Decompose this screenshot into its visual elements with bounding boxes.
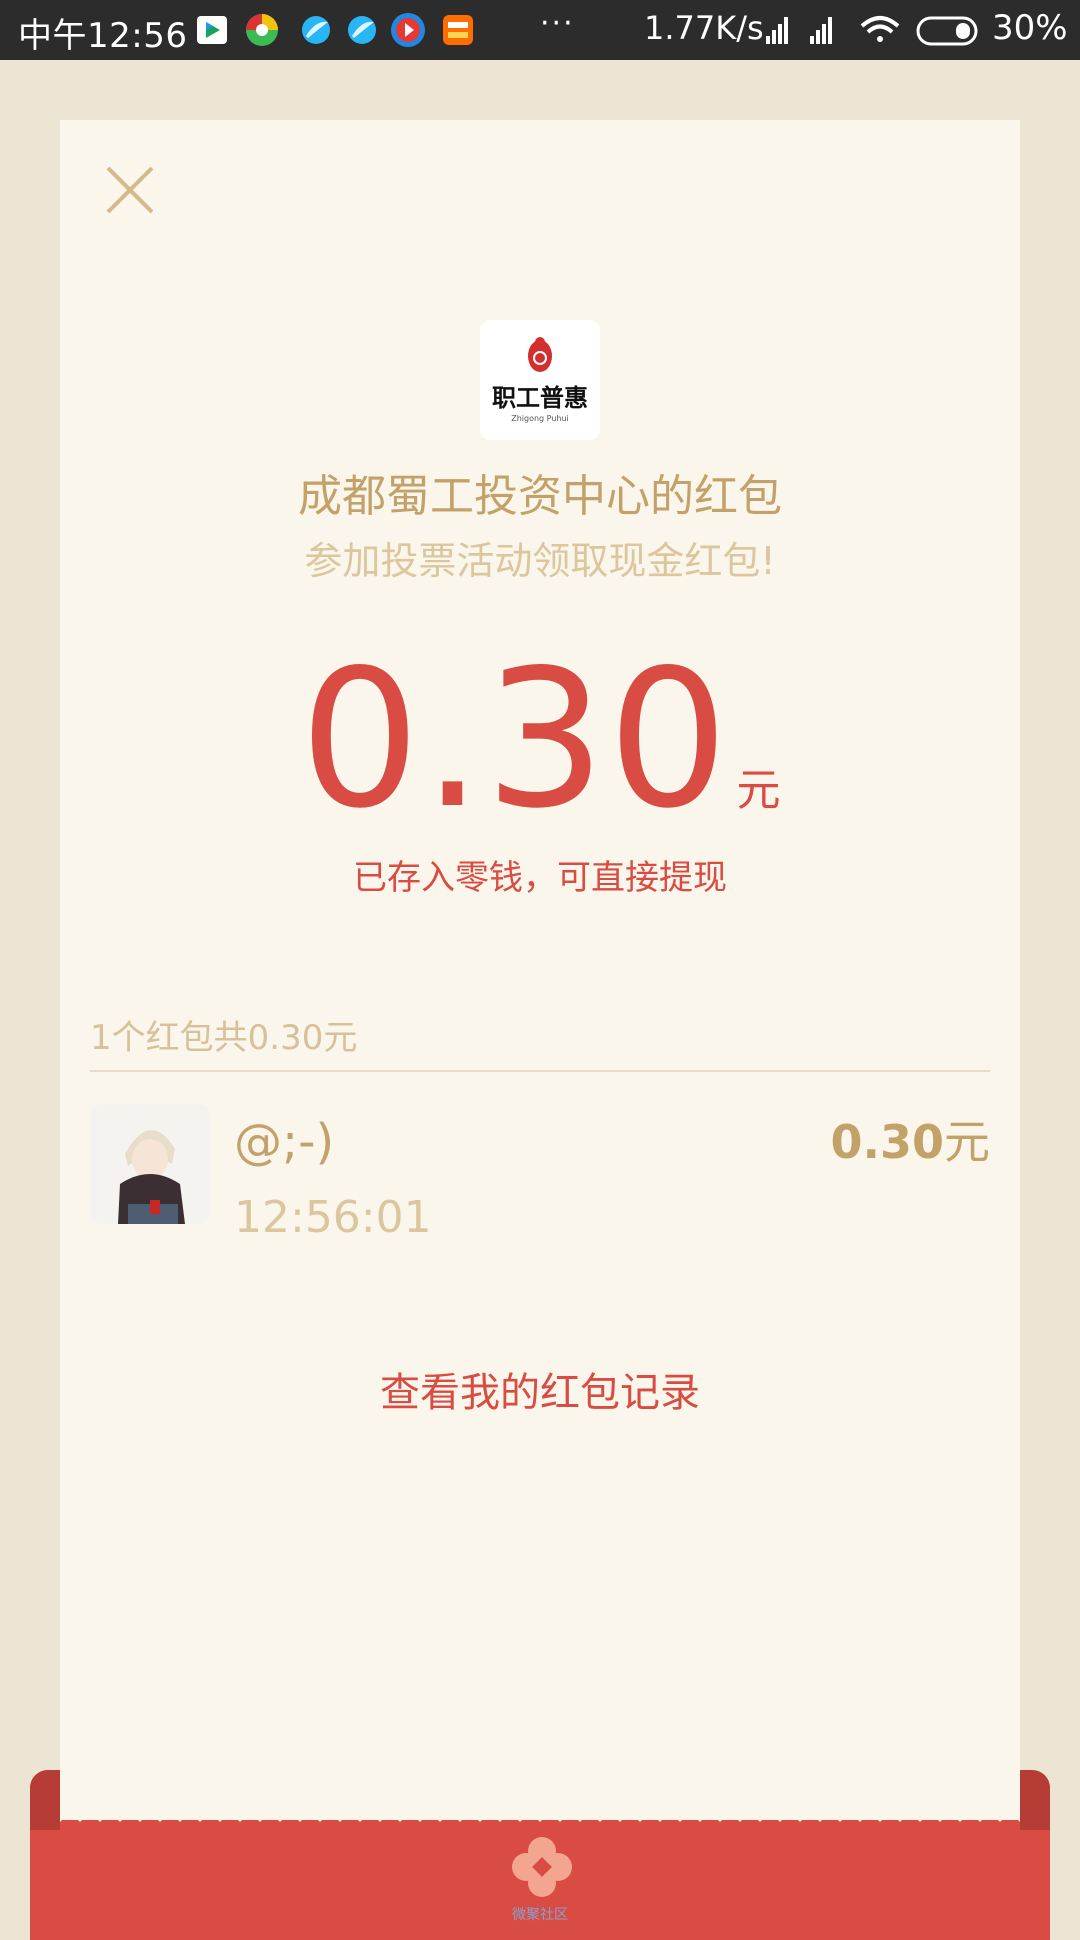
wifi-icon — [860, 16, 900, 42]
seal-icon — [528, 337, 552, 372]
packet-summary: 1个红包共0.30元 — [90, 1018, 358, 1058]
red-packet-card: 职工普惠 Zhigong Puhui 成都蜀工投资中心的红包 参加投票活动领取现… — [60, 120, 1020, 1820]
more-notifications: ··· — [540, 6, 575, 41]
bird-app-icon — [348, 16, 376, 44]
taobao-app-icon — [443, 15, 473, 45]
logo-subtext: Zhigong Puhui — [511, 414, 569, 423]
brand-text: 微聚社区 — [512, 1907, 568, 1923]
list-item: @;-) 12:56:01 0.30元 — [90, 1104, 991, 1243]
receive-time: 12:56:01 — [234, 1192, 432, 1243]
browser-app-icon — [246, 14, 278, 46]
signal-wifi-battery-icons — [766, 16, 978, 46]
network-speed: 1.77K/s — [644, 9, 764, 47]
battery-percent: 30% — [992, 8, 1068, 48]
status-bar: 中午12:56 ··· 1.77K/s 30% — [0, 0, 1080, 60]
divider — [90, 1070, 990, 1072]
logo-text: 职工普惠 — [492, 383, 588, 412]
card-zigzag-edge — [60, 1812, 1020, 1822]
close-icon[interactable] — [100, 160, 160, 220]
video-app-icon — [197, 16, 227, 44]
recipient-name: @;-) — [234, 1114, 335, 1170]
battery-icon — [916, 16, 978, 46]
signal-icon — [810, 17, 832, 44]
avatar-illustration — [90, 1104, 210, 1224]
status-time: 中午12:56 — [18, 16, 188, 56]
avatar[interactable] — [90, 1104, 210, 1224]
player-app-icon — [391, 13, 425, 47]
record-amount: 0.30元 — [830, 1115, 991, 1169]
amount-display: 0.30 元 — [60, 640, 1020, 840]
signal-icon — [766, 17, 788, 44]
amount-unit: 元 — [736, 765, 781, 816]
greeting-text: 参加投票活动领取现金红包! — [304, 539, 776, 583]
amount-value: 0.30 — [299, 629, 731, 850]
view-history-link[interactable]: 查看我的红包记录 — [60, 1360, 1020, 1418]
bird-app-icon — [302, 16, 330, 44]
sender-logo: 职工普惠 Zhigong Puhui — [480, 320, 600, 440]
brand-flower-icon — [512, 1837, 572, 1897]
sender-title: 成都蜀工投资中心的红包 — [298, 471, 782, 522]
saved-to-balance-note[interactable]: 已存入零钱，可直接提现 — [60, 850, 1020, 899]
